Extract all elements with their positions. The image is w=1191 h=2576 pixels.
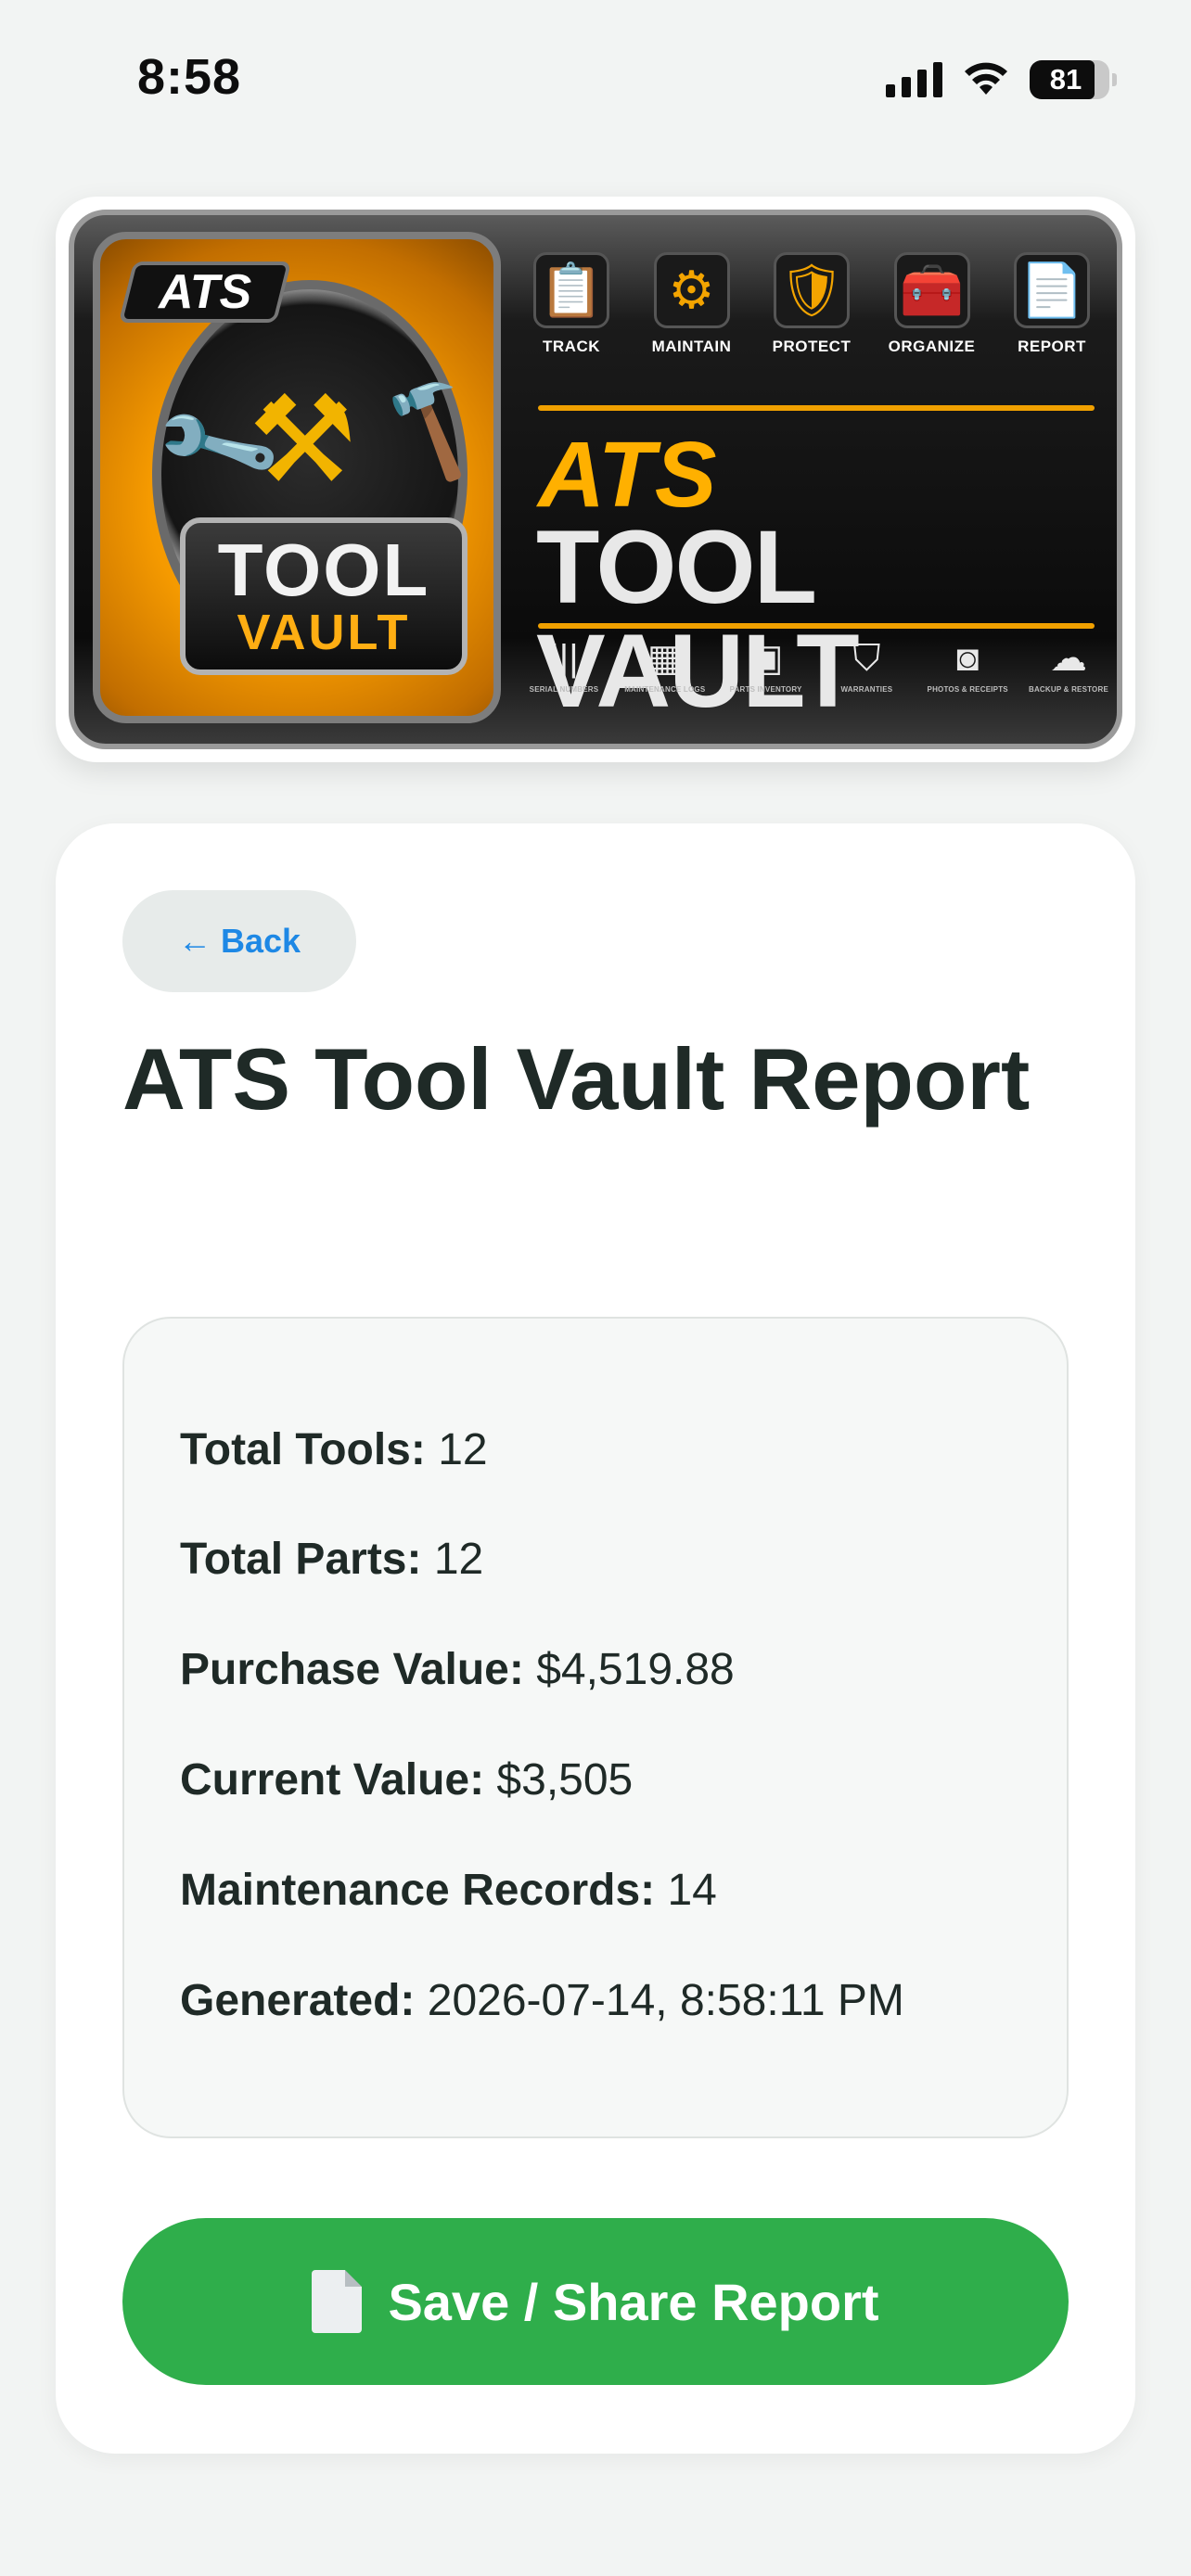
report-chart-icon: 📄 [1014, 252, 1090, 328]
feature-parts-inventory: ▣ PARTS INVENTORY [729, 638, 802, 694]
feature-organize: 🧰 ORGANIZE [880, 252, 984, 391]
feature-report: 📄 REPORT [1000, 252, 1104, 391]
status-indicators: 81 [886, 54, 1117, 106]
camera-icon: ◙ [956, 638, 980, 679]
calendar-icon: ▦ [647, 638, 683, 679]
document-icon [312, 2270, 363, 2333]
vault-logo: 🔧 ⚒ 🔨 ATS TOOL VAULT [93, 232, 501, 723]
report-summary-panel: Total Tools: 12 Total Parts: 12 Purchase… [122, 1317, 1069, 2138]
status-time: 8:58 [137, 49, 242, 105]
battery-level: 81 [1049, 63, 1082, 96]
wifi-icon [965, 62, 1007, 95]
save-share-report-label: Save / Share Report [388, 2272, 879, 2331]
stat-total-parts: Total Parts: 12 [180, 1535, 484, 1584]
feature-photos-receipts: ◙ PHOTOS & RECEIPTS [927, 638, 1008, 694]
banner-title-ats: ATS [538, 423, 717, 527]
feature-strip: ||| SERIAL NUMBERS ▦ MAINTENANCE LOGS ▣ … [519, 637, 1113, 721]
feature-row: 📋 TRACK ⚙ MAINTAIN 🛡 PROTECT 🧰 ORGANIZE … [519, 252, 1104, 391]
badge-line1: TOOL [217, 529, 430, 611]
feature-serial-numbers: ||| SERIAL NUMBERS [529, 638, 599, 694]
app-banner: 🔧 ⚒ 🔨 ATS TOOL VAULT 📋 TRACK ⚙ MAINTAIN … [69, 210, 1122, 749]
gear-wrench-icon: ⚙ [653, 252, 730, 328]
save-share-report-button[interactable]: Save / Share Report [122, 2218, 1069, 2385]
battery-icon: 81 [1030, 60, 1117, 99]
barcode-icon: ||| [549, 638, 579, 679]
box-icon: ▣ [748, 638, 784, 679]
feature-warranties: ⛉ WARRANTIES [840, 638, 893, 694]
stat-current-value: Current Value: $3,505 [180, 1755, 634, 1804]
feature-protect: 🛡 PROTECT [760, 252, 864, 391]
status-bar: 8:58 81 [0, 0, 1191, 158]
shield-icon: ⛉ [852, 638, 881, 679]
report-card: ← Back ATS Tool Vault Report Total Tools… [56, 823, 1135, 2454]
banner-divider-bottom [538, 623, 1095, 629]
stat-maintenance-records: Maintenance Records: 14 [180, 1866, 717, 1915]
toolbox-icon: 🧰 [893, 252, 970, 328]
stat-purchase-value: Purchase Value: $4,519.88 [180, 1645, 735, 1694]
cloud-upload-icon: ☁ [1049, 638, 1087, 679]
badge-line2: VAULT [237, 605, 411, 660]
feature-backup-restore: ☁ BACKUP & RESTORE [1028, 638, 1108, 694]
back-button[interactable]: ← Back [122, 890, 356, 992]
clipboard-icon: 📋 [533, 252, 609, 328]
feature-track: 📋 TRACK [519, 252, 623, 391]
stat-generated: Generated: 2026-07-14, 8:58:11 PM [180, 1976, 904, 2025]
tool-vault-badge: TOOL VAULT [180, 517, 467, 675]
stat-total-tools: Total Tools: 12 [180, 1425, 488, 1474]
feature-maintenance-logs: ▦ MAINTENANCE LOGS [624, 638, 706, 694]
cellular-signal-icon [886, 62, 942, 97]
shield-check-icon: 🛡 [774, 252, 850, 328]
banner-divider-top [538, 405, 1095, 411]
ats-corner-tag: ATS [118, 261, 292, 323]
banner-card: 🔧 ⚒ 🔨 ATS TOOL VAULT 📋 TRACK ⚙ MAINTAIN … [56, 197, 1135, 762]
feature-maintain: ⚙ MAINTAIN [640, 252, 744, 391]
page-title: ATS Tool Vault Report [122, 1030, 1031, 1128]
drill-icon: ⚒ [249, 372, 357, 507]
